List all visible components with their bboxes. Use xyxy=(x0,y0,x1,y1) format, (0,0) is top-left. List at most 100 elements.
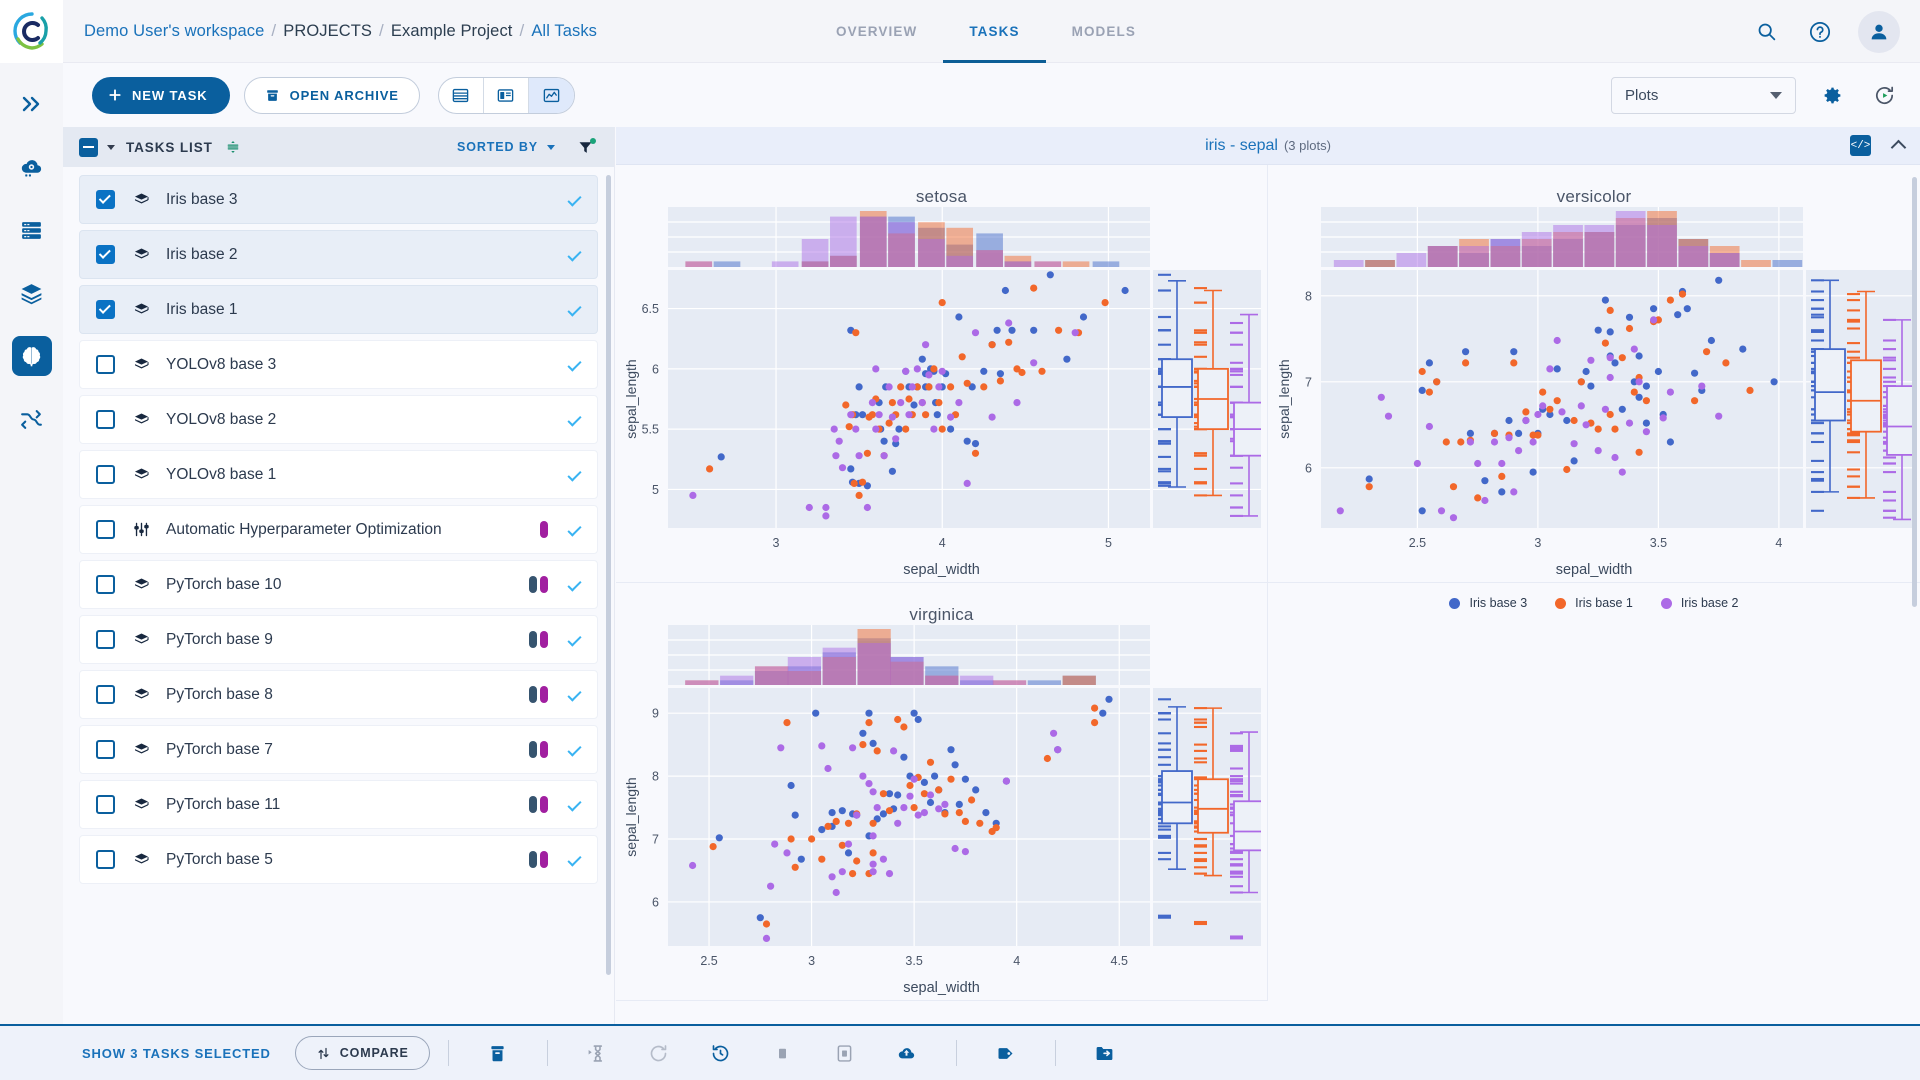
plots-view-button[interactable] xyxy=(528,77,574,113)
move-to-project-button[interactable] xyxy=(1088,1036,1122,1070)
task-row[interactable]: PyTorch base 7 xyxy=(79,725,598,774)
code-badge-label: </> xyxy=(1850,139,1871,152)
plot-group-title[interactable]: iris - sepal xyxy=(1205,137,1278,155)
svg-text:5: 5 xyxy=(1105,536,1112,550)
tasks-list-scrollbar[interactable] xyxy=(606,175,611,975)
auto-refresh-button[interactable] xyxy=(1868,79,1900,111)
plot-group-header: iris - sepal (3 plots) </> xyxy=(616,127,1920,165)
task-checkbox[interactable] xyxy=(96,520,115,539)
tab-overview[interactable]: OVERVIEW xyxy=(810,0,943,63)
breadcrumb-item-project[interactable]: Example Project xyxy=(391,22,513,41)
sidebar-item-datasets[interactable] xyxy=(12,273,52,313)
add-tag-button[interactable] xyxy=(989,1036,1023,1070)
publish-button[interactable] xyxy=(890,1036,924,1070)
help-icon[interactable] xyxy=(1804,16,1836,48)
selection-count-label[interactable]: SHOW 3 TASKS SELECTED xyxy=(82,1046,271,1061)
select-all-checkbox[interactable] xyxy=(79,137,98,157)
add-tag-icon xyxy=(998,1047,1013,1059)
plots-select[interactable]: Plots xyxy=(1611,76,1796,114)
tasks-list-scroll[interactable]: Iris base 3 Iris base 2 Iris base 1 YOLOv8 … xyxy=(63,167,614,1032)
plot-title: virginica xyxy=(909,605,974,624)
task-checkbox[interactable] xyxy=(96,685,115,704)
sorted-by-dropdown[interactable]: SORTED BY xyxy=(457,140,555,154)
task-checkbox[interactable] xyxy=(96,245,115,264)
breadcrumb-item-all-tasks[interactable]: All Tasks xyxy=(531,22,597,41)
plots-scrollbar[interactable] xyxy=(1912,177,1917,607)
legend-label: Iris base 1 xyxy=(1575,596,1633,610)
sidebar-item-cloud-settings[interactable] xyxy=(12,147,52,187)
task-tags xyxy=(529,576,548,593)
task-checkbox[interactable] xyxy=(96,575,115,594)
sidebar-item-expand[interactable] xyxy=(12,84,52,124)
task-row[interactable]: PyTorch base 5 xyxy=(79,835,598,884)
task-row[interactable]: Iris base 3 xyxy=(79,175,598,224)
search-icon[interactable] xyxy=(1750,16,1782,48)
tab-models[interactable]: MODELS xyxy=(1046,0,1162,63)
new-task-button[interactable]: NEW TASK xyxy=(92,76,230,114)
settings-button[interactable] xyxy=(1816,79,1848,111)
task-row[interactable]: PyTorch base 10 xyxy=(79,560,598,609)
plot-cell[interactable]: virginica 2.5 3 3.5 4 4.5 6 7 8 9 sepal_length sepa… xyxy=(616,583,1268,1001)
task-row[interactable]: Automatic Hyperparameter Optimization xyxy=(79,505,598,554)
task-checkbox[interactable] xyxy=(96,190,115,209)
svg-text:sepal_length: sepal_length xyxy=(1276,359,1292,438)
archive-icon xyxy=(491,1045,504,1061)
svg-text:6: 6 xyxy=(1305,461,1312,475)
task-row[interactable]: YOLOv8 base 1 xyxy=(79,450,598,499)
open-archive-button[interactable]: OPEN ARCHIVE xyxy=(243,76,420,114)
task-checkbox[interactable] xyxy=(96,795,115,814)
reset-button[interactable] xyxy=(642,1036,676,1070)
task-tags xyxy=(529,741,548,758)
task-checkbox[interactable] xyxy=(96,850,115,869)
legend-item[interactable]: Iris base 3 xyxy=(1449,596,1527,610)
task-checkbox[interactable] xyxy=(96,300,115,319)
task-row[interactable]: Iris base 1 xyxy=(79,285,598,334)
legend-color-dot xyxy=(1555,597,1567,609)
compare-button[interactable]: COMPARE xyxy=(294,1036,430,1070)
svg-text:8: 8 xyxy=(1305,289,1312,303)
abort-button[interactable] xyxy=(766,1036,800,1070)
task-checkbox[interactable] xyxy=(96,410,115,429)
x-axis-label: sepal_width xyxy=(1555,562,1633,578)
task-checkbox[interactable] xyxy=(96,355,115,374)
breadcrumb-item-workspace[interactable]: Demo User's workspace xyxy=(84,22,264,41)
plot-svg: 2.5 3 3.5 4 4.5 6 7 8 9 sepal_length xyxy=(623,625,1261,968)
breadcrumb-item-projects[interactable]: PROJECTS xyxy=(283,22,372,41)
abort-all-children-button[interactable] xyxy=(828,1036,862,1070)
filter-button[interactable] xyxy=(577,137,596,156)
compact-rows-icon[interactable] xyxy=(225,139,241,155)
sidebar-item-models[interactable] xyxy=(11,336,52,376)
task-row[interactable]: YOLOv8 base 2 xyxy=(79,395,598,444)
table-view-button[interactable] xyxy=(439,77,484,113)
legend-item[interactable]: Iris base 1 xyxy=(1555,596,1633,610)
task-tags xyxy=(529,631,548,648)
legend-item[interactable]: Iris base 2 xyxy=(1660,596,1739,610)
pipelines-icon xyxy=(21,409,42,429)
task-checkbox[interactable] xyxy=(96,630,115,649)
app-logo[interactable] xyxy=(0,0,63,63)
avatar[interactable] xyxy=(1858,10,1900,53)
svg-text:5: 5 xyxy=(652,483,659,497)
task-row[interactable]: PyTorch base 9 xyxy=(79,615,598,664)
task-row[interactable]: YOLOv8 base 3 xyxy=(79,340,598,389)
sidebar-item-workers[interactable] xyxy=(12,210,52,250)
sidebar-item-pipelines[interactable] xyxy=(12,399,52,439)
task-checkbox[interactable] xyxy=(96,740,115,759)
plot-cell[interactable]: versicolor 2.5 3 3.5 4 6 7 8 sepal_length sepal_w… xyxy=(1268,165,1920,610)
tab-tasks[interactable]: TASKS xyxy=(943,0,1046,63)
task-row[interactable]: Iris base 2 xyxy=(79,230,598,279)
restore-button[interactable] xyxy=(704,1036,738,1070)
task-checkbox[interactable] xyxy=(96,465,115,484)
archive-action-button[interactable] xyxy=(481,1036,515,1070)
details-view-button[interactable] xyxy=(484,77,529,113)
plus-icon xyxy=(109,89,121,101)
task-row[interactable]: PyTorch base 11 xyxy=(79,780,598,829)
select-all-dropdown-icon[interactable] xyxy=(107,144,115,150)
tasks-list-title: TASKS LIST xyxy=(126,139,213,155)
chevron-up-icon[interactable] xyxy=(1890,139,1907,156)
restore-icon xyxy=(712,1044,729,1061)
plot-cell[interactable]: setosa 3 4 5 5 5.5 6 6.5 sepal_length sepal_width… xyxy=(616,165,1268,610)
enqueue-button[interactable] xyxy=(580,1036,614,1070)
task-row[interactable]: PyTorch base 8 xyxy=(79,670,598,719)
view-code-button[interactable]: </> xyxy=(1850,135,1871,156)
